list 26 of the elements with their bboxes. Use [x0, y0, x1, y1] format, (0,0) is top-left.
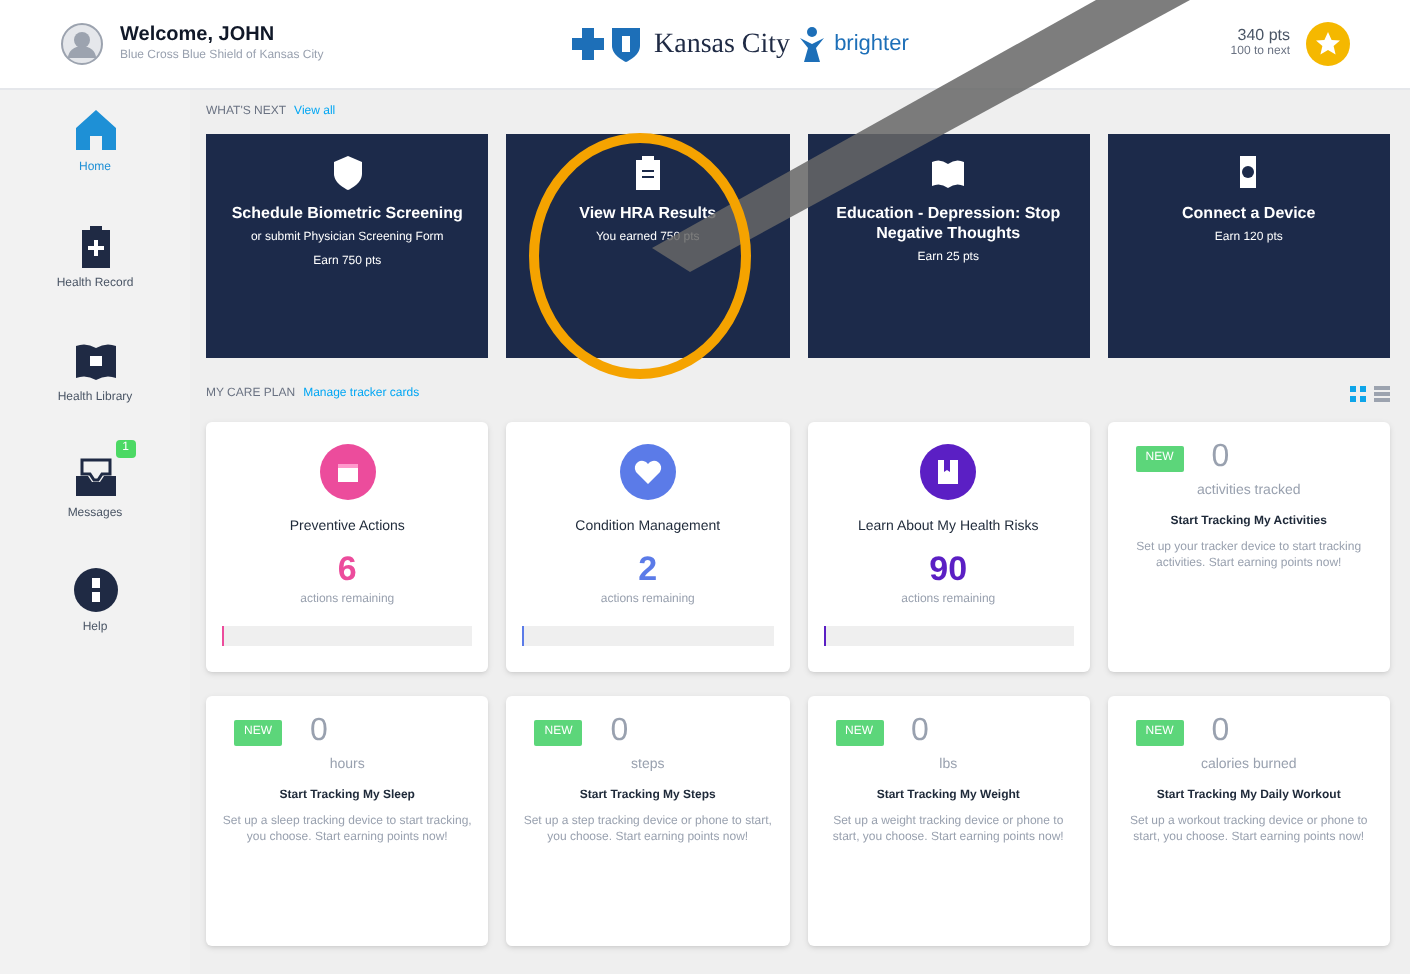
partner-name: brighter — [834, 29, 909, 60]
tracker-count: 0 — [310, 716, 328, 748]
remaining-count: 6 — [337, 551, 357, 585]
tracker-count: 0 — [911, 716, 929, 748]
book-icon — [930, 154, 967, 190]
tracker-count: 0 — [1211, 716, 1230, 748]
cross-shield-logo-icon — [570, 24, 646, 64]
home-icon — [71, 106, 119, 154]
card-title: Connect a Device — [1182, 204, 1316, 224]
tracker-count: 0 — [610, 716, 629, 748]
list-view-icon[interactable] — [1374, 386, 1390, 402]
avatar-icon — [60, 22, 104, 66]
shield-icon — [329, 154, 366, 190]
help-icon — [71, 566, 119, 614]
card-title: Education - Depression: Stop Negative Thoughts — [834, 204, 1063, 244]
remaining-count: 90 — [929, 551, 968, 585]
points-total: 340 pts — [1237, 26, 1290, 45]
welcome-text: Welcome, JOHN — [120, 24, 277, 49]
card-title: View HRA Results — [579, 204, 717, 224]
tracker-count: 0 — [1211, 442, 1230, 474]
card-title: Schedule Biometric Screening — [231, 204, 463, 224]
remaining-count: 2 — [638, 551, 658, 585]
heart-icon — [631, 456, 664, 488]
grid-view-icon[interactable] — [1350, 386, 1366, 402]
figure-logo-icon — [798, 26, 827, 62]
brand-name: Kansas City — [654, 27, 791, 63]
